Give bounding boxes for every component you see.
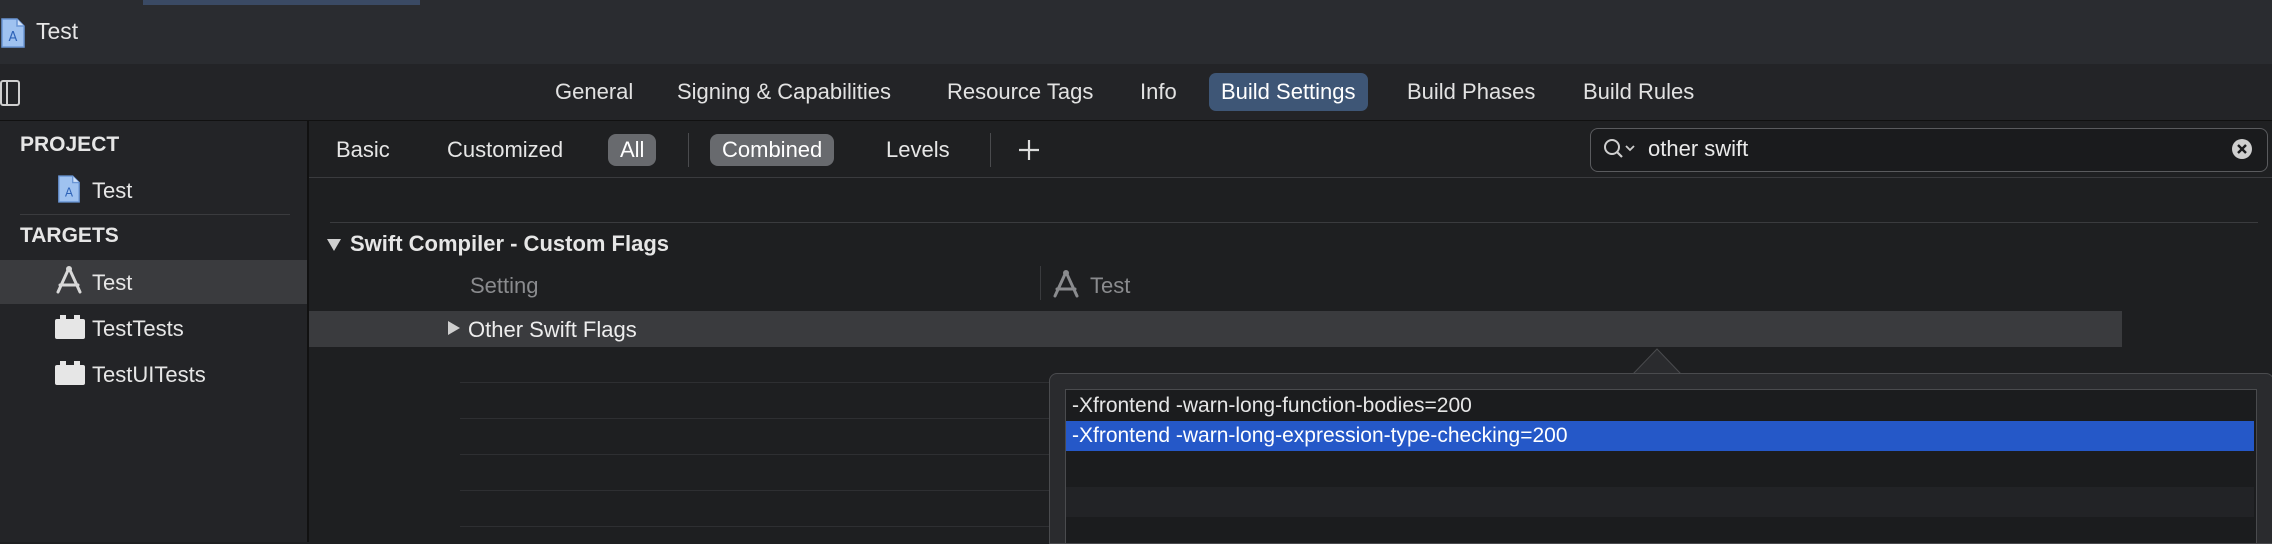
list-item-selected[interactable]: -Xfrontend -warn-long-expression-type-ch…	[1066, 421, 2254, 451]
app-target-icon	[54, 265, 84, 300]
sidebar-divider	[20, 214, 290, 215]
setting-group-title: Swift Compiler - Custom Flags	[350, 231, 670, 256]
filter-all[interactable]: All	[608, 134, 657, 166]
disclosure-expanded-icon[interactable]	[326, 238, 342, 257]
section-separator	[330, 222, 2258, 223]
sidebar-item-project-test[interactable]	[0, 168, 307, 212]
disclosure-collapsed-icon[interactable]	[447, 320, 461, 341]
search-input[interactable]: other swift	[1648, 136, 1748, 162]
filter-basic[interactable]: Basic	[324, 134, 402, 166]
project-section-header: PROJECT	[20, 133, 120, 156]
filter-divider	[688, 133, 689, 167]
table-row-divider	[460, 490, 1050, 491]
test-bundle-icon	[54, 360, 86, 391]
table-row-divider	[460, 526, 1050, 527]
tab-resource-tags[interactable]: Resource Tags	[935, 73, 1105, 111]
app-target-icon	[1051, 269, 1081, 304]
sidebar-item-label: Test	[92, 178, 133, 203]
targets-section-header: TARGETS	[20, 224, 119, 247]
table-row-divider	[460, 454, 1050, 455]
column-header-setting: Setting	[470, 273, 539, 298]
sidebar-toggle-icon[interactable]	[0, 80, 20, 111]
tab-build-phases[interactable]: Build Phases	[1395, 73, 1547, 111]
xcode-project-icon: A	[0, 18, 26, 53]
filter-combined[interactable]: Combined	[710, 134, 835, 166]
filter-divider	[990, 133, 991, 167]
plus-icon[interactable]	[1018, 139, 1040, 166]
sidebar-item-label: TestTests	[92, 316, 184, 341]
svg-text:A: A	[9, 30, 18, 45]
filter-levels[interactable]: Levels	[874, 134, 962, 166]
test-bundle-icon	[54, 314, 86, 345]
window-title: Test	[36, 18, 79, 44]
tab-build-rules[interactable]: Build Rules	[1571, 73, 1706, 111]
table-row-divider	[460, 418, 1050, 419]
tab-build-settings[interactable]: Build Settings	[1209, 73, 1368, 111]
titlebar-accent	[143, 0, 420, 5]
filter-customized[interactable]: Customized	[435, 134, 575, 166]
search-icon[interactable]	[1603, 138, 1637, 165]
list-row-empty	[1066, 487, 2254, 517]
list-row-empty	[1066, 451, 2254, 487]
xcode-project-icon: A	[57, 175, 81, 208]
column-header-target: Test	[1090, 273, 1131, 298]
svg-text:A: A	[65, 185, 74, 199]
tab-info[interactable]: Info	[1128, 73, 1189, 111]
tab-general[interactable]: General	[543, 73, 645, 111]
table-row-divider	[460, 382, 1050, 383]
setting-name: Other Swift Flags	[468, 317, 637, 342]
window-titlebar	[0, 0, 2272, 64]
tab-signing-capabilities[interactable]: Signing & Capabilities	[665, 73, 903, 111]
column-divider	[1040, 266, 1041, 300]
list-item[interactable]: -Xfrontend -warn-long-function-bodies=20…	[1066, 391, 2254, 421]
sidebar-item-label: TestUITests	[92, 362, 206, 387]
sidebar-item-label: Test	[92, 270, 133, 295]
sidebar-item-target-test[interactable]	[0, 260, 307, 304]
clear-icon[interactable]	[2231, 138, 2253, 165]
